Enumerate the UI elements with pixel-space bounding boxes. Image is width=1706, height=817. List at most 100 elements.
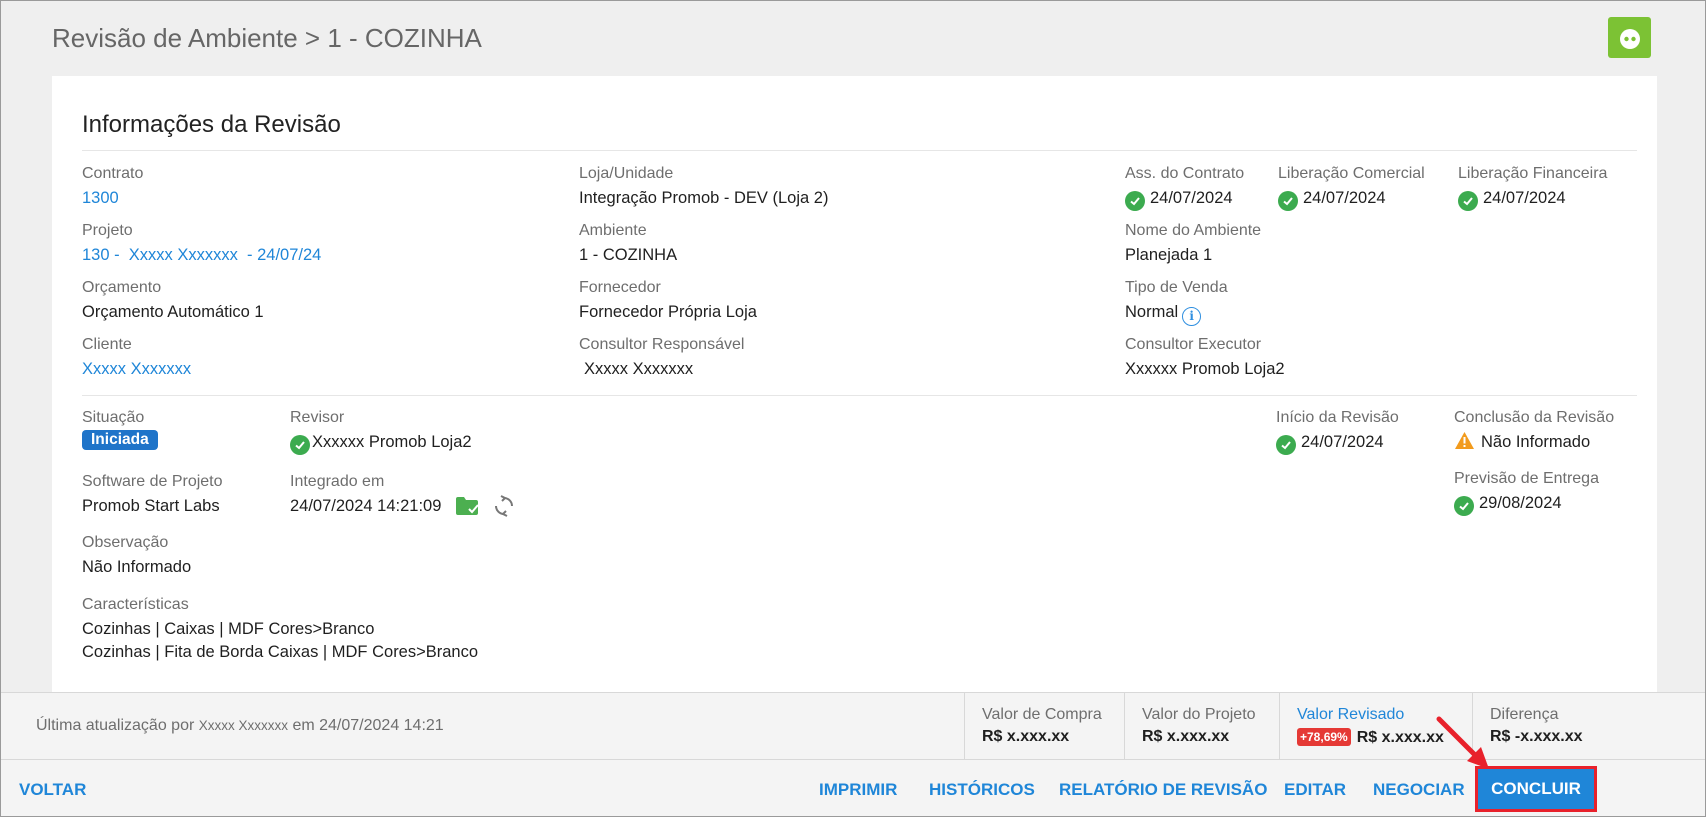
- check-circle-icon: [1458, 191, 1478, 211]
- field-caracteristicas: Características Cozinhas | Caixas | MDF …: [82, 595, 478, 663]
- valor-projeto-box: Valor do Projeto R$ x.xxx.xx: [1124, 693, 1295, 760]
- info-icon[interactable]: i: [1182, 306, 1202, 326]
- field-label: Cliente: [82, 336, 132, 353]
- field-projeto: Projeto 130 - Xxxxx Xxxxxxx - 24/07/24: [82, 221, 321, 266]
- field-integrado: Integrado em 24/07/2024 14:21:09: [290, 472, 515, 517]
- field-conclusao-revisao: Conclusão da Revisão Não Informado: [1454, 408, 1614, 456]
- field-previsao-entrega: Previsão de Entrega 29/08/2024: [1454, 469, 1599, 516]
- value-label: Valor do Projeto: [1142, 706, 1256, 723]
- field-value: Não Informado: [82, 558, 192, 576]
- help-robot-icon: [1619, 28, 1640, 49]
- contract-link[interactable]: 1300: [82, 187, 143, 209]
- field-orcamento: Orçamento Orçamento Automático 1: [82, 278, 264, 323]
- page-title: Revisão de Ambiente > 1 - COZINHA: [52, 23, 482, 53]
- field-observacao: Observação Não Informado: [82, 533, 191, 578]
- field-value: Fornecedor Própria Loja: [579, 303, 757, 321]
- field-label: Nome do Ambiente: [1125, 222, 1262, 239]
- field-label: Consultor Executor: [1125, 336, 1262, 353]
- check-circle-icon: [1276, 435, 1296, 455]
- last-update-suffix: em 24/07/2024 14:21: [288, 717, 444, 734]
- check-circle-icon: [1125, 191, 1145, 211]
- field-nome-ambiente: Nome do Ambiente Planejada 1: [1125, 221, 1261, 266]
- project-link[interactable]: 130 - Xxxxx Xxxxxxx - 24/07/24: [82, 244, 321, 266]
- field-ass-contrato: Ass. do Contrato 24/07/2024: [1125, 164, 1244, 211]
- card-title: Informações da Revisão: [82, 111, 341, 138]
- last-update-text: Última atualização por Xxxxx Xxxxxxx em …: [36, 717, 444, 735]
- field-value: Xxxxxx Promob Loja2: [312, 433, 472, 451]
- sync-icon[interactable]: [493, 495, 515, 517]
- back-button[interactable]: VOLTAR: [19, 780, 86, 800]
- field-label: Tipo de Venda: [1125, 279, 1228, 296]
- divider: [82, 150, 1637, 151]
- field-label: Início da Revisão: [1276, 409, 1399, 426]
- edit-button[interactable]: EDITAR: [1284, 780, 1346, 800]
- field-value: Normal: [1125, 303, 1179, 321]
- negotiate-button[interactable]: NEGOCIAR: [1373, 780, 1465, 800]
- field-label: Projeto: [82, 222, 133, 239]
- field-label: Características: [82, 596, 189, 613]
- characteristics-line: Cozinhas | Caixas | MDF Cores>Branco: [82, 620, 375, 638]
- last-update-prefix: Última atualização por: [36, 717, 199, 734]
- field-value: Xxxxxx Promob Loja2: [1125, 360, 1285, 378]
- valor-compra-box: Valor de Compra R$ x.xxx.xx: [964, 693, 1124, 760]
- field-cliente: Cliente Xxxxx Xxxxxxx: [82, 335, 191, 380]
- field-value: Integração Promob - DEV (Loja 2): [579, 189, 829, 207]
- field-label: Fornecedor: [579, 279, 661, 296]
- divider: [82, 395, 1637, 396]
- field-ambiente: Ambiente 1 - COZINHA: [579, 221, 677, 266]
- field-label: Software de Projeto: [82, 473, 223, 490]
- check-circle-icon: [1454, 496, 1474, 516]
- field-label: Ambiente: [579, 222, 647, 239]
- review-info-card: Informações da Revisão Contrato 1300 Pro…: [52, 76, 1657, 696]
- field-value: Promob Start Labs: [82, 497, 220, 515]
- field-consultor-executor: Consultor Executor Xxxxxx Promob Loja2: [1125, 335, 1285, 380]
- print-button[interactable]: IMPRIMIR: [819, 780, 897, 800]
- last-update-user: Xxxxx Xxxxxxx: [198, 718, 289, 733]
- field-value: 29/08/2024: [1479, 494, 1562, 512]
- field-revisor: Revisor Xxxxxx Promob Loja2: [290, 408, 472, 455]
- field-value: 24/07/2024: [1303, 189, 1386, 207]
- field-label: Consultor Responsável: [579, 336, 745, 353]
- field-lib-comercial: Liberação Comercial 24/07/2024: [1278, 164, 1425, 211]
- check-circle-icon: [1278, 191, 1298, 211]
- history-button[interactable]: HISTÓRICOS: [929, 780, 1035, 800]
- field-label: Liberação Financeira: [1458, 165, 1608, 182]
- field-label: Orçamento: [82, 279, 162, 296]
- characteristics-line: Cozinhas | Fita de Borda Caixas | MDF Co…: [82, 643, 479, 661]
- field-label: Previsão de Entrega: [1454, 470, 1599, 487]
- field-loja: Loja/Unidade Integração Promob - DEV (Lo…: [579, 164, 828, 209]
- field-value: Planejada 1: [1125, 246, 1213, 264]
- field-value: 24/07/2024 14:21:09: [290, 497, 442, 515]
- field-value: 24/07/2024: [1301, 433, 1384, 451]
- field-label: Liberação Comercial: [1278, 165, 1425, 182]
- field-situacao: Situação Iniciada: [82, 408, 158, 450]
- value-label: Diferença: [1490, 706, 1559, 723]
- field-value: Orçamento Automático 1: [82, 303, 264, 321]
- field-value: 24/07/2024: [1150, 189, 1233, 207]
- field-label: Revisor: [290, 409, 345, 426]
- check-circle-icon: [290, 435, 310, 455]
- field-label: Contrato: [82, 165, 144, 182]
- value-label: Valor de Compra: [982, 706, 1102, 723]
- field-value: Não Informado: [1481, 433, 1591, 451]
- field-software: Software de Projeto Promob Start Labs: [82, 472, 223, 517]
- field-consultor-responsavel: Consultor Responsável Xxxxx Xxxxxxx: [579, 335, 744, 380]
- field-label: Ass. do Contrato: [1125, 165, 1245, 182]
- field-value: Xxxxx Xxxxxxx: [584, 360, 694, 378]
- value-amount: R$ x.xxx.xx: [1142, 728, 1230, 745]
- field-label: Conclusão da Revisão: [1454, 409, 1615, 426]
- field-label: Situação: [82, 409, 145, 426]
- field-label: Observação: [82, 534, 169, 551]
- folder-check-icon[interactable]: [455, 495, 481, 517]
- client-link[interactable]: Xxxxx Xxxxxxx: [82, 358, 191, 380]
- review-report-button[interactable]: RELATÓRIO DE REVISÃO: [1059, 780, 1267, 800]
- help-button[interactable]: [1608, 17, 1651, 58]
- field-fornecedor: Fornecedor Fornecedor Própria Loja: [579, 278, 757, 323]
- status-badge: Iniciada: [82, 430, 158, 450]
- field-inicio-revisao: Início da Revisão 24/07/2024: [1276, 408, 1399, 455]
- value-amount: R$ -x.xxx.xx: [1490, 728, 1583, 745]
- field-contrato: Contrato 1300: [82, 164, 143, 209]
- diferenca-box: Diferença R$ -x.xxx.xx: [1472, 693, 1705, 760]
- field-tipo-venda: Tipo de Venda Normal i: [1125, 278, 1228, 326]
- field-label: Integrado em: [290, 473, 385, 490]
